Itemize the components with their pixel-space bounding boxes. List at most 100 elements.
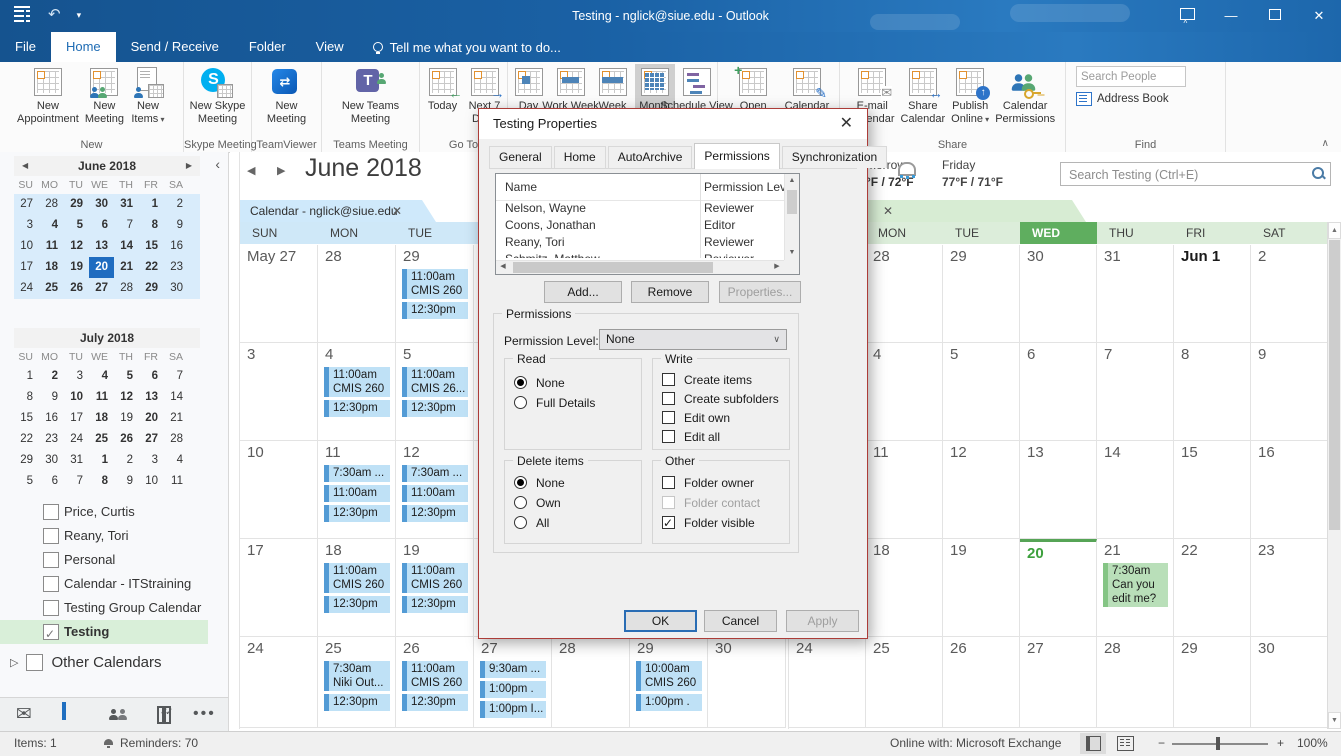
checkbox-option-edit-all[interactable]: Edit all [662, 429, 785, 446]
mini-day[interactable]: 10 [64, 387, 89, 408]
mini-day[interactable]: 2 [164, 194, 189, 215]
mini-day[interactable]: 8 [14, 387, 39, 408]
calendar-event[interactable]: 12:30pm [402, 694, 468, 711]
sidebar-calendar-testing[interactable]: Testing [0, 620, 208, 644]
mini-day[interactable]: 29 [14, 450, 39, 471]
mini-day[interactable]: 31 [114, 194, 139, 215]
reading-view-icon[interactable] [1117, 736, 1134, 751]
mini-day[interactable]: 7 [114, 215, 139, 236]
expander-triangle-icon[interactable]: ▷ [10, 656, 18, 669]
mini-day[interactable]: 25 [89, 429, 114, 450]
calendar-scrollbar[interactable]: ▲ ▼ [1327, 222, 1341, 729]
reminders-count[interactable]: Reminders: 70 [120, 736, 198, 750]
mini-day[interactable]: 11 [89, 387, 114, 408]
mini-day[interactable]: 14 [164, 387, 189, 408]
radio-icon[interactable] [514, 496, 527, 509]
day-cell[interactable]: 2 [1251, 245, 1328, 343]
mini-day[interactable]: 26 [64, 278, 89, 299]
calendar-checkbox[interactable] [43, 624, 59, 640]
calendar-event[interactable]: 1:00pm . [480, 681, 546, 698]
scroll-down-icon[interactable]: ▼ [1328, 712, 1341, 729]
mini-day[interactable]: 30 [39, 450, 64, 471]
checkbox-option-create-items[interactable]: Create items [662, 372, 785, 389]
mini-day[interactable]: 19 [114, 408, 139, 429]
ribbon-button-new-teams-meeting[interactable]: TNew TeamsMeeting [340, 64, 401, 126]
permissions-user-list[interactable]: Name Permission Level Nelson, WayneRevie… [495, 173, 800, 275]
mini-day[interactable]: 15 [139, 236, 164, 257]
mini-day[interactable]: 18 [89, 408, 114, 429]
mini-day[interactable]: 5 [114, 366, 139, 387]
day-cell[interactable]: 31 [1097, 245, 1174, 343]
mini-day[interactable]: 15 [14, 408, 39, 429]
day-cell[interactable]: 1811:00amCMIS 26012:30pm [318, 539, 396, 637]
day-cell[interactable]: 20 [1020, 539, 1097, 637]
ribbon-display-options-icon[interactable] [1165, 0, 1209, 32]
calendar-event[interactable]: 1:00pm . [636, 694, 702, 711]
day-cell[interactable]: 6 [1020, 343, 1097, 441]
scroll-right-icon[interactable]: ▶ [770, 261, 784, 274]
day-cell[interactable]: 117:30am ...11:00am12:30pm [318, 441, 396, 539]
other-calendars-row[interactable]: ▷ Other Calendars [10, 654, 162, 671]
ribbon-button-work-week[interactable]: Work Week [551, 64, 591, 113]
day-cell[interactable]: 127:30am ...11:00am12:30pm [396, 441, 474, 539]
mini-day[interactable]: 3 [64, 366, 89, 387]
calendar-event[interactable]: 11:00amCMIS 260 [402, 563, 468, 593]
day-cell[interactable]: 5 [943, 343, 1020, 441]
mini-day[interactable]: 16 [164, 236, 189, 257]
mini-day[interactable]: 13 [89, 236, 114, 257]
day-cell[interactable]: 13 [1020, 441, 1097, 539]
mini-day[interactable]: 8 [89, 471, 114, 492]
permission-list-row[interactable]: Reany, ToriReviewer [496, 234, 784, 251]
radio-option-full-details[interactable]: Full Details [514, 395, 637, 412]
mini-day[interactable]: 6 [89, 215, 114, 236]
ribbon-button-new-meeting[interactable]: ⇄NewMeeting [265, 64, 308, 126]
mini-day[interactable]: 9 [114, 471, 139, 492]
scroll-down-icon[interactable]: ▼ [786, 246, 798, 260]
day-cell[interactable]: 28 [1097, 637, 1174, 728]
mail-nav-icon[interactable]: ✉ [16, 704, 40, 726]
checkbox-option-edit-own[interactable]: Edit own [662, 410, 785, 427]
day-cell[interactable]: 2611:00amCMIS 26012:30pm [396, 637, 474, 728]
day-cell[interactable]: 411:00amCMIS 26012:30pm [318, 343, 396, 441]
calendar-checkbox[interactable] [43, 504, 59, 520]
permission-level-column-header[interactable]: Permission Level [704, 174, 784, 200]
calendar-event[interactable]: 7:30amNiki Out... [324, 661, 390, 691]
mini-day[interactable]: 16 [39, 408, 64, 429]
checkbox-icon[interactable] [662, 392, 675, 405]
dialog-tab-permissions[interactable]: Permissions [694, 143, 779, 169]
day-cell[interactable]: 257:30amNiki Out...12:30pm [318, 637, 396, 728]
mini-day[interactable]: 9 [164, 215, 189, 236]
day-cell[interactable]: 25 [866, 637, 943, 728]
checkbox-icon[interactable] [662, 373, 675, 386]
mini-day[interactable]: 28 [114, 278, 139, 299]
day-cell[interactable]: 10 [240, 441, 318, 539]
mini-day[interactable]: 5 [64, 215, 89, 236]
mini-day[interactable]: 29 [64, 194, 89, 215]
dialog-close-icon[interactable]: ✕ [840, 109, 853, 139]
calendar-event[interactable]: 11:00amCMIS 260 [402, 661, 468, 691]
search-people-input[interactable] [1076, 66, 1186, 87]
mini-day[interactable]: 9 [39, 387, 64, 408]
add-button[interactable]: Add... [544, 281, 622, 303]
checkbox-option-folder-visible[interactable]: Folder visible [662, 515, 785, 532]
mini-day[interactable]: 24 [14, 278, 39, 299]
dialog-tab-autoarchive[interactable]: AutoArchive [608, 146, 693, 168]
checkbox-option-create-subfolders[interactable]: Create subfolders [662, 391, 785, 408]
day-cell[interactable]: 12 [943, 441, 1020, 539]
sidebar-calendar-reany-tori[interactable]: Reany, Tori [0, 524, 228, 548]
mini-day[interactable]: 20 [89, 257, 114, 278]
day-cell[interactable]: 3 [240, 343, 318, 441]
ribbon-button-today[interactable]: ←Today [423, 64, 463, 113]
mini-day[interactable]: 22 [14, 429, 39, 450]
calendar-event[interactable]: 12:30pm [324, 694, 390, 711]
mini-day[interactable]: 18 [39, 257, 64, 278]
mini-day[interactable]: 11 [164, 471, 189, 492]
day-cell[interactable]: 4 [866, 343, 943, 441]
mini-day[interactable]: 11 [39, 236, 64, 257]
zoom-out-icon[interactable]: − [1158, 736, 1165, 750]
ribbon-button-new-items[interactable]: NewItems ▾ [128, 64, 168, 126]
menu-tab-folder[interactable]: Folder [234, 32, 301, 62]
next-month-icon[interactable]: ▶ [186, 156, 192, 176]
remove-button[interactable]: Remove [631, 281, 709, 303]
mini-day[interactable]: 10 [139, 471, 164, 492]
